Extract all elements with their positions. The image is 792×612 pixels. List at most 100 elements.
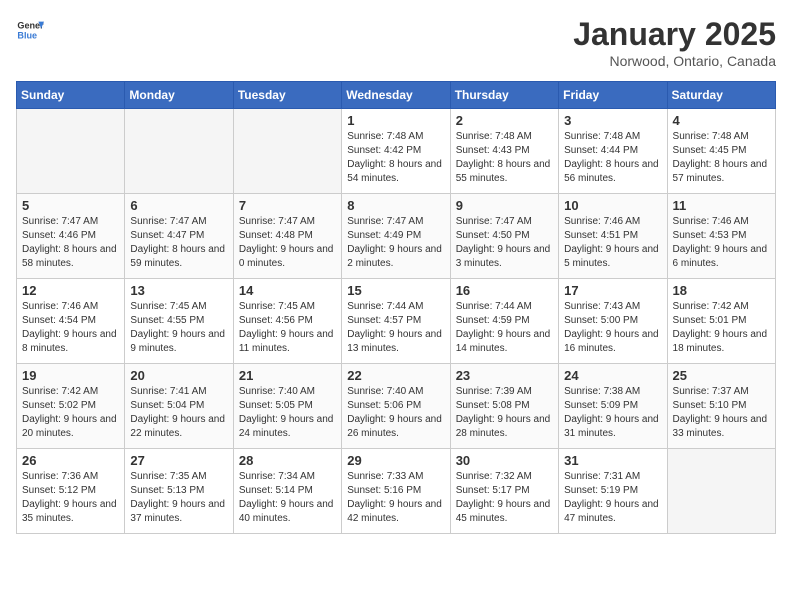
calendar-cell: 1Sunrise: 7:48 AMSunset: 4:42 PMDaylight… [342, 109, 450, 194]
day-header-sunday: Sunday [17, 82, 125, 109]
day-info: Sunrise: 7:46 AMSunset: 4:51 PMDaylight:… [564, 215, 661, 271]
day-number: 26 [22, 453, 119, 468]
calendar-cell: 16 Sunrise: 7:44 AMSunset: 4:59 PMDayligh… [450, 279, 558, 364]
calendar-cell: 26 Sunrise: 7:36 AMSunset: 5:12 PMDayligh… [17, 449, 125, 534]
calendar-cell: 3 Sunrise: 7:48 AMSunset: 4:44 PMDaylight… [559, 109, 667, 194]
calendar-cell: 22 Sunrise: 7:40 AMSunset: 5:06 PMDayligh… [342, 364, 450, 449]
location: Norwood, Ontario, Canada [573, 53, 776, 69]
calendar-cell: 29 Sunrise: 7:33 AMSunset: 5:16 PMDayligh… [342, 449, 450, 534]
calendar-cell: 30Sunrise: 7:32 AMSunset: 5:17 PMDayligh… [450, 449, 558, 534]
day-number: 14 [239, 283, 336, 298]
calendar-cell: 9Sunrise: 7:47 AMSunset: 4:50 PMDaylight… [450, 194, 558, 279]
day-number: 18 [673, 283, 770, 298]
logo: General Blue [16, 16, 44, 44]
day-info: Sunrise: 7:38 AMSunset: 5:09 PMDaylight:… [564, 385, 661, 441]
day-number: 9 [456, 198, 553, 213]
calendar-cell: 19 Sunrise: 7:42 AMSunset: 5:02 PMDayligh… [17, 364, 125, 449]
day-info: Sunrise: 7:34 AMSunset: 5:14 PMDaylight:… [239, 470, 336, 526]
day-number: 24 [564, 368, 661, 383]
day-info: Sunrise: 7:42 AMSunset: 5:01 PMDaylight:… [673, 300, 770, 356]
calendar-cell: 15 Sunrise: 7:44 AMSunset: 4:57 PMDayligh… [342, 279, 450, 364]
day-number: 10 [564, 198, 661, 213]
calendar-cell: 4Sunrise: 7:48 AMSunset: 4:45 PMDaylight… [667, 109, 775, 194]
month-title: January 2025 [573, 16, 776, 53]
day-info: Sunrise: 7:48 AMSunset: 4:44 PMDaylight:… [564, 130, 661, 186]
day-number: 13 [130, 283, 227, 298]
day-info: Sunrise: 7:37 AMSunset: 5:10 PMDaylight:… [673, 385, 770, 441]
day-info: Sunrise: 7:48 AMSunset: 4:43 PMDaylight:… [456, 130, 553, 186]
day-number: 12 [22, 283, 119, 298]
day-number: 1 [347, 113, 444, 128]
calendar-cell: 18 Sunrise: 7:42 AMSunset: 5:01 PMDayligh… [667, 279, 775, 364]
day-info: Sunrise: 7:46 AMSunset: 4:53 PMDaylight:… [673, 215, 770, 271]
day-number: 31 [564, 453, 661, 468]
day-header-saturday: Saturday [667, 82, 775, 109]
calendar-cell: 12 Sunrise: 7:46 AMSunset: 4:54 PMDayligh… [17, 279, 125, 364]
day-number: 11 [673, 198, 770, 213]
day-number: 29 [347, 453, 444, 468]
calendar-cell [125, 109, 233, 194]
day-info: Sunrise: 7:33 AMSunset: 5:16 PMDaylight:… [347, 470, 444, 526]
calendar-cell: 7 Sunrise: 7:47 AMSunset: 4:48 PMDaylight… [233, 194, 341, 279]
calendar-cell: 20Sunrise: 7:41 AMSunset: 5:04 PMDayligh… [125, 364, 233, 449]
day-info: Sunrise: 7:40 AMSunset: 5:05 PMDaylight:… [239, 385, 336, 441]
day-info: Sunrise: 7:40 AMSunset: 5:06 PMDaylight:… [347, 385, 444, 441]
day-number: 28 [239, 453, 336, 468]
calendar-table: SundayMondayTuesdayWednesdayThursdayFrid… [16, 81, 776, 534]
calendar-cell: 23Sunrise: 7:39 AMSunset: 5:08 PMDayligh… [450, 364, 558, 449]
day-info: Sunrise: 7:43 AMSunset: 5:00 PMDaylight:… [564, 300, 661, 356]
day-number: 25 [673, 368, 770, 383]
calendar-week-1: 1Sunrise: 7:48 AMSunset: 4:42 PMDaylight… [17, 109, 776, 194]
day-number: 5 [22, 198, 119, 213]
calendar-cell [233, 109, 341, 194]
day-number: 6 [130, 198, 227, 213]
day-info: Sunrise: 7:47 AMSunset: 4:46 PMDaylight:… [22, 215, 119, 271]
calendar-cell: 13 Sunrise: 7:45 AMSunset: 4:55 PMDayligh… [125, 279, 233, 364]
calendar-cell: 11 Sunrise: 7:46 AMSunset: 4:53 PMDayligh… [667, 194, 775, 279]
day-number: 3 [564, 113, 661, 128]
day-number: 8 [347, 198, 444, 213]
calendar-cell: 10 Sunrise: 7:46 AMSunset: 4:51 PMDayligh… [559, 194, 667, 279]
day-info: Sunrise: 7:35 AMSunset: 5:13 PMDaylight:… [130, 470, 227, 526]
calendar-cell: 2Sunrise: 7:48 AMSunset: 4:43 PMDaylight… [450, 109, 558, 194]
calendar-cell: 17 Sunrise: 7:43 AMSunset: 5:00 PMDayligh… [559, 279, 667, 364]
day-info: Sunrise: 7:46 AMSunset: 4:54 PMDaylight:… [22, 300, 119, 356]
day-number: 7 [239, 198, 336, 213]
day-info: Sunrise: 7:44 AMSunset: 4:59 PMDaylight:… [456, 300, 553, 356]
day-header-thursday: Thursday [450, 82, 558, 109]
title-block: January 2025 Norwood, Ontario, Canada [573, 16, 776, 69]
day-header-tuesday: Tuesday [233, 82, 341, 109]
calendar-cell: 25 Sunrise: 7:37 AMSunset: 5:10 PMDayligh… [667, 364, 775, 449]
day-number: 19 [22, 368, 119, 383]
calendar-week-2: 5 Sunrise: 7:47 AMSunset: 4:46 PMDaylight… [17, 194, 776, 279]
day-info: Sunrise: 7:42 AMSunset: 5:02 PMDaylight:… [22, 385, 119, 441]
day-number: 30 [456, 453, 553, 468]
day-number: 21 [239, 368, 336, 383]
calendar-week-5: 26 Sunrise: 7:36 AMSunset: 5:12 PMDayligh… [17, 449, 776, 534]
day-info: Sunrise: 7:31 AMSunset: 5:19 PMDaylight:… [564, 470, 661, 526]
day-info: Sunrise: 7:44 AMSunset: 4:57 PMDaylight:… [347, 300, 444, 356]
svg-text:Blue: Blue [17, 30, 37, 40]
day-header-monday: Monday [125, 82, 233, 109]
day-number: 20 [130, 368, 227, 383]
calendar-cell: 28 Sunrise: 7:34 AMSunset: 5:14 PMDayligh… [233, 449, 341, 534]
day-number: 4 [673, 113, 770, 128]
day-number: 27 [130, 453, 227, 468]
day-number: 17 [564, 283, 661, 298]
day-info: Sunrise: 7:36 AMSunset: 5:12 PMDaylight:… [22, 470, 119, 526]
calendar-week-4: 19 Sunrise: 7:42 AMSunset: 5:02 PMDayligh… [17, 364, 776, 449]
calendar-cell: 27 Sunrise: 7:35 AMSunset: 5:13 PMDayligh… [125, 449, 233, 534]
day-info: Sunrise: 7:47 AMSunset: 4:47 PMDaylight:… [130, 215, 227, 271]
day-info: Sunrise: 7:45 AMSunset: 4:55 PMDaylight:… [130, 300, 227, 356]
calendar-header-row: SundayMondayTuesdayWednesdayThursdayFrid… [17, 82, 776, 109]
calendar-cell: 14Sunrise: 7:45 AMSunset: 4:56 PMDayligh… [233, 279, 341, 364]
day-number: 15 [347, 283, 444, 298]
day-info: Sunrise: 7:47 AMSunset: 4:49 PMDaylight:… [347, 215, 444, 271]
day-info: Sunrise: 7:47 AMSunset: 4:48 PMDaylight:… [239, 215, 336, 271]
day-number: 16 [456, 283, 553, 298]
day-number: 22 [347, 368, 444, 383]
calendar-week-3: 12 Sunrise: 7:46 AMSunset: 4:54 PMDayligh… [17, 279, 776, 364]
day-info: Sunrise: 7:39 AMSunset: 5:08 PMDaylight:… [456, 385, 553, 441]
day-header-friday: Friday [559, 82, 667, 109]
calendar-cell: 8 Sunrise: 7:47 AMSunset: 4:49 PMDaylight… [342, 194, 450, 279]
